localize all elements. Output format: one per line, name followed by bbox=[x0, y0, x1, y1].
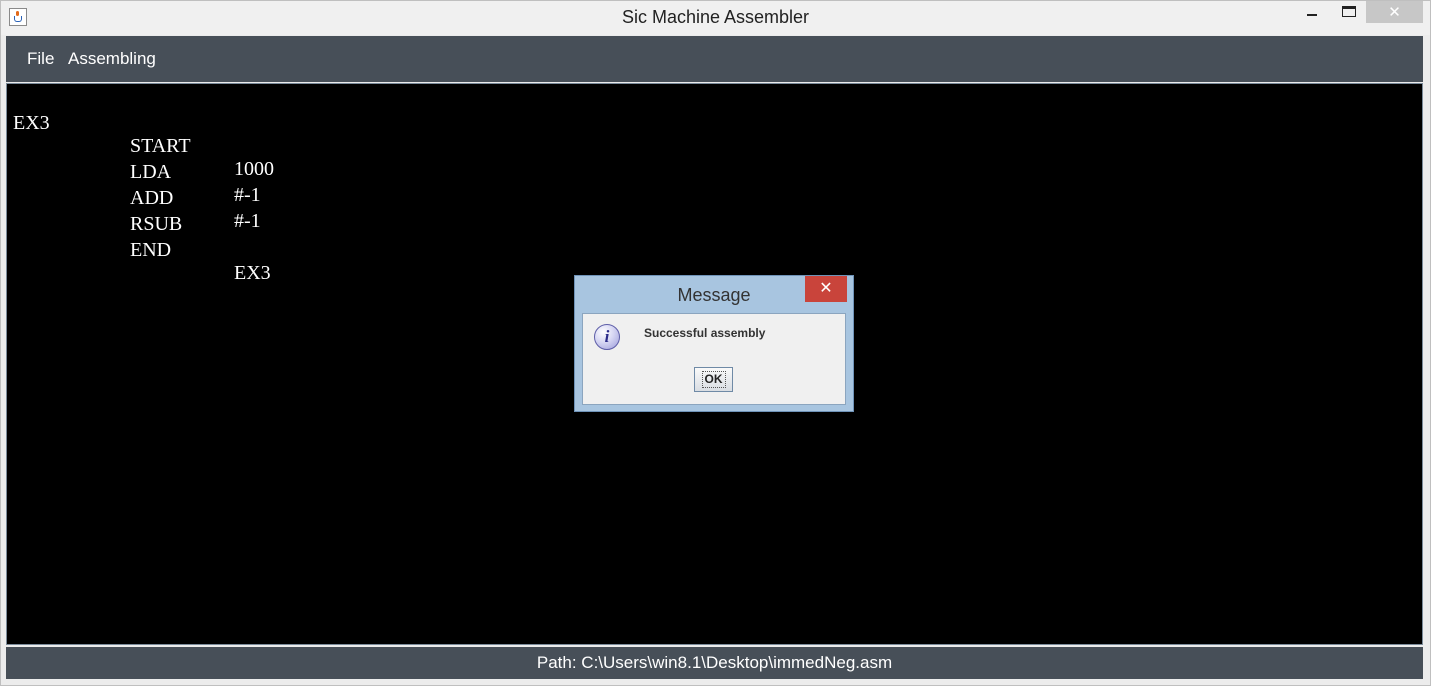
opcode-cell: START bbox=[130, 135, 191, 157]
code-line: END EX3 bbox=[7, 193, 271, 284]
operand-cell: EX3 bbox=[234, 262, 271, 284]
menu-assembling[interactable]: Assembling bbox=[68, 49, 156, 69]
operand-cell: 1000 bbox=[234, 158, 274, 180]
info-icon: i bbox=[594, 324, 620, 350]
code-line: LDA #-1 bbox=[7, 115, 261, 206]
ok-label: OK bbox=[701, 371, 726, 388]
close-icon: ✕ bbox=[1388, 4, 1401, 21]
dialog-message: Successful assembly bbox=[644, 326, 766, 340]
code-line: RSUB bbox=[7, 167, 182, 235]
window-title: Sic Machine Assembler bbox=[621, 7, 810, 27]
dialog-close-button[interactable]: ✕ bbox=[805, 276, 847, 302]
title-bar[interactable]: Sic Machine Assembler ✕ bbox=[1, 1, 1430, 35]
message-dialog: Message ✕ i Successful assembly OK bbox=[574, 275, 854, 412]
opcode-cell: LDA bbox=[130, 161, 172, 183]
dialog-body: i Successful assembly OK bbox=[582, 313, 846, 405]
maximize-button[interactable] bbox=[1335, 1, 1363, 23]
close-icon: ✕ bbox=[819, 280, 833, 297]
close-button[interactable]: ✕ bbox=[1366, 1, 1423, 23]
code-line: ADD #-1 bbox=[7, 141, 261, 232]
minimize-button[interactable] bbox=[1298, 1, 1326, 23]
file-path: Path: C:\Users\win8.1\Desktop\immedNeg.a… bbox=[536, 653, 893, 672]
ok-button[interactable]: OK bbox=[694, 367, 733, 392]
app-window: Sic Machine Assembler ✕ File Assembling … bbox=[0, 0, 1431, 686]
opcode-cell: ADD bbox=[130, 187, 174, 209]
opcode-cell: RSUB bbox=[130, 213, 183, 235]
menu-bar: File Assembling bbox=[6, 36, 1423, 82]
maximize-icon bbox=[1342, 6, 1356, 17]
operand-cell: #-1 bbox=[234, 184, 261, 206]
code-line: EX3 START 1000 bbox=[7, 89, 274, 180]
minimize-icon bbox=[1307, 14, 1317, 16]
operand-cell: #-1 bbox=[234, 210, 261, 232]
status-bar: Path: C:\Users\win8.1\Desktop\immedNeg.a… bbox=[6, 647, 1423, 679]
menu-file[interactable]: File bbox=[27, 49, 54, 69]
opcode-cell: END bbox=[130, 239, 172, 261]
